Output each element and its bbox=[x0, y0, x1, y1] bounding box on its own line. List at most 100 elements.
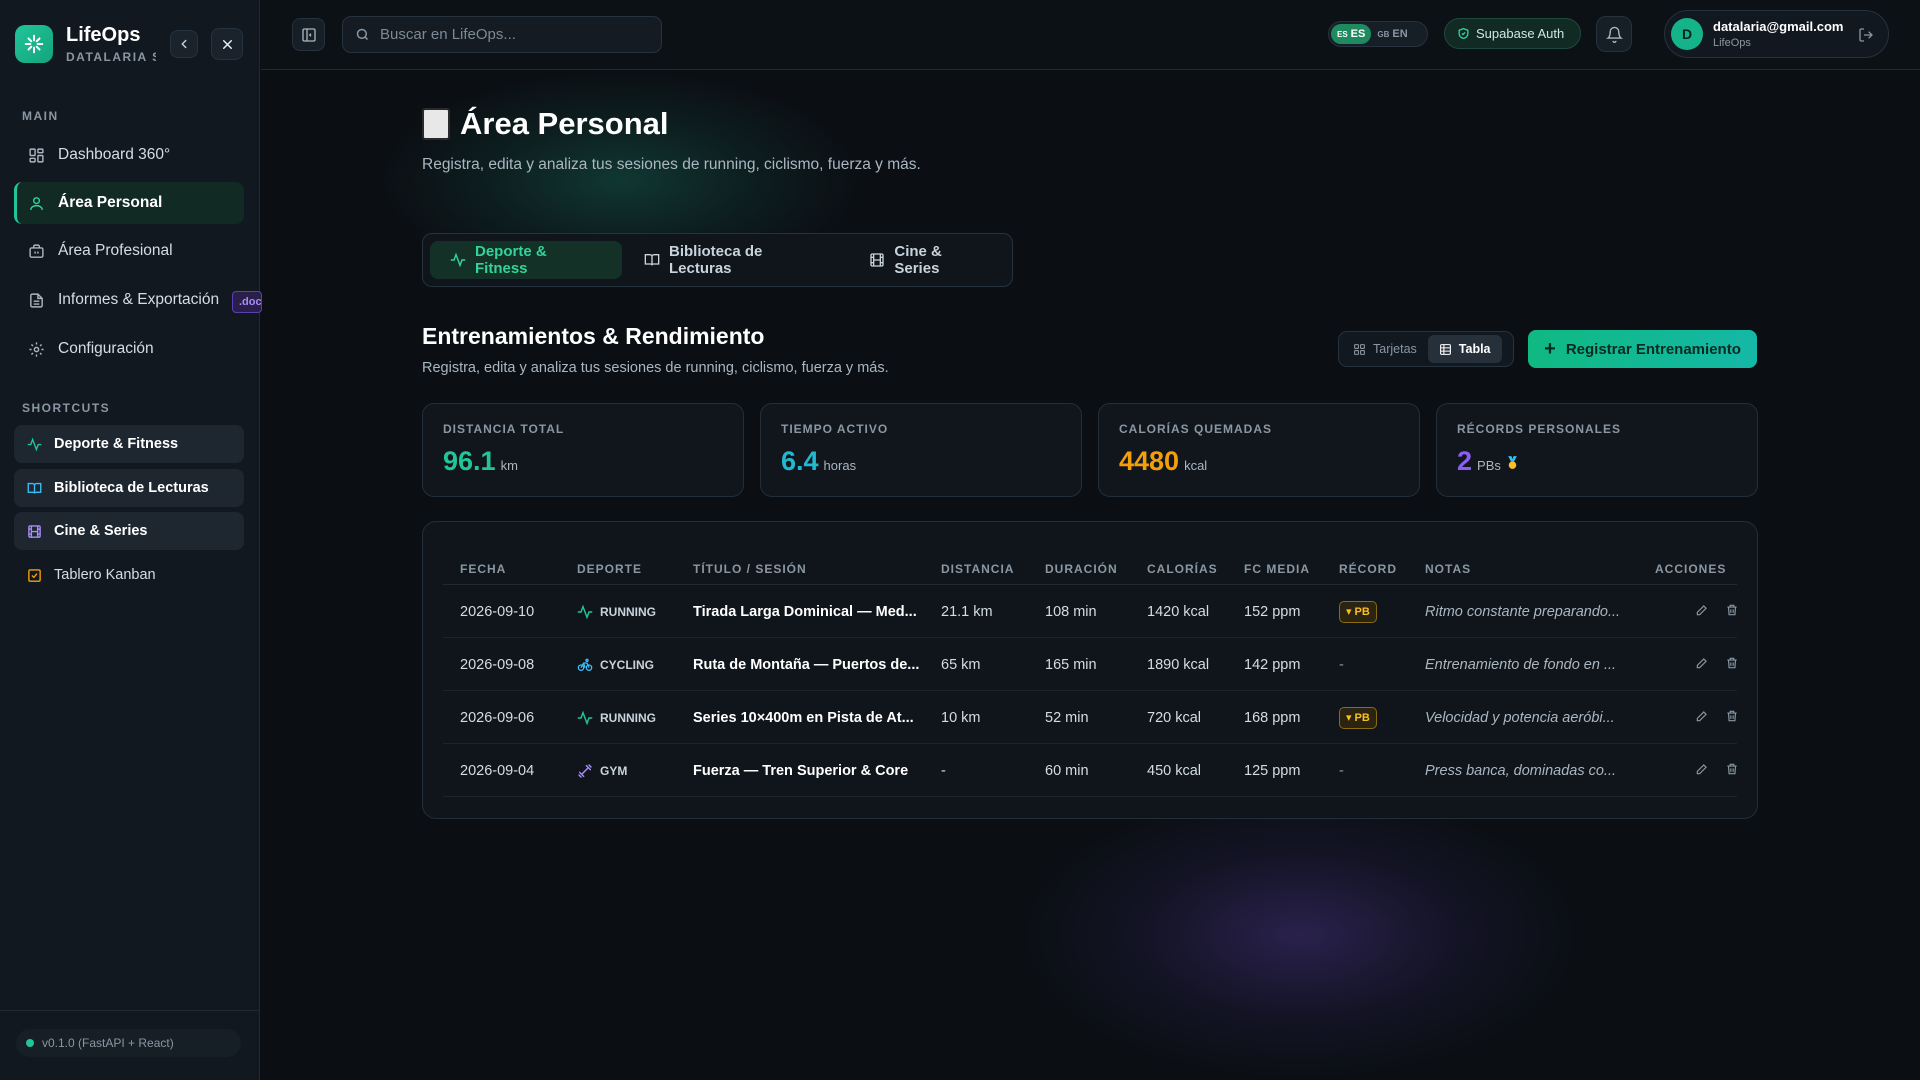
view-cards-button[interactable]: Tarjetas bbox=[1342, 335, 1428, 363]
main-section-label: MAIN bbox=[22, 109, 59, 123]
plus-icon: + bbox=[1544, 337, 1556, 360]
col-header-distancia: DISTANCIA bbox=[941, 562, 1015, 576]
logout-icon[interactable] bbox=[1858, 27, 1874, 48]
lang-en-label: EN bbox=[1392, 28, 1408, 40]
gear-icon bbox=[26, 339, 46, 359]
shortcut-kanban[interactable]: Tablero Kanban bbox=[14, 556, 244, 594]
edit-icon[interactable] bbox=[1695, 762, 1709, 780]
briefcase-icon bbox=[26, 241, 46, 261]
edit-icon[interactable] bbox=[1695, 603, 1709, 621]
collapse-sidebar-button[interactable] bbox=[170, 30, 198, 58]
cell-record: ▾ PB bbox=[1339, 585, 1377, 638]
notifications-button[interactable] bbox=[1596, 16, 1632, 52]
user-app: LifeOps bbox=[1713, 37, 1751, 49]
sport-label: GYM bbox=[600, 763, 628, 778]
cell-calories: 1890 kcal bbox=[1147, 656, 1210, 673]
user-menu[interactable]: D datalaria@gmail.com LifeOps bbox=[1664, 10, 1889, 58]
bell-icon bbox=[1605, 26, 1623, 43]
sidebar-toggle-icon bbox=[301, 27, 316, 42]
col-header-fc-media: FC MEDIA bbox=[1244, 562, 1310, 576]
cell-record: - bbox=[1339, 762, 1344, 779]
tab-cine-series[interactable]: Cine & Series bbox=[849, 241, 1010, 279]
toggle-sidebar-button[interactable] bbox=[292, 18, 325, 51]
view-table-label: Tabla bbox=[1458, 342, 1491, 356]
sidebar-item-area-profesional[interactable]: Área Profesional bbox=[14, 230, 244, 272]
medal-icon: ▾ bbox=[1346, 606, 1352, 618]
cell-distance: 65 km bbox=[941, 656, 981, 673]
trash-icon[interactable] bbox=[1725, 709, 1739, 727]
edit-icon[interactable] bbox=[1695, 709, 1709, 727]
add-training-button[interactable]: + Registrar Entrenamiento bbox=[1528, 330, 1757, 368]
flag-gb: GB bbox=[1377, 29, 1390, 39]
cell-notes: Press banca, dominadas co... bbox=[1425, 762, 1617, 779]
close-sidebar-button[interactable] bbox=[211, 28, 243, 60]
dashboard-icon bbox=[26, 145, 46, 165]
background-glow-purple bbox=[1020, 790, 1580, 1080]
trainings-table: FECHA DEPORTE TÍTULO / SESIÓN DISTANCIA … bbox=[422, 521, 1758, 819]
cell-duration: 60 min bbox=[1045, 762, 1089, 779]
search-input[interactable] bbox=[380, 26, 640, 43]
stat-unit: kcal bbox=[1184, 458, 1208, 473]
trash-icon[interactable] bbox=[1725, 762, 1739, 780]
bicycle-icon bbox=[577, 657, 593, 673]
medal-icon: ▾ bbox=[1346, 712, 1352, 724]
sidebar-item-label: Dashboard 360° bbox=[58, 146, 171, 163]
sport-label: CYCLING bbox=[600, 657, 654, 672]
col-header-duracion: DURACIÓN bbox=[1045, 562, 1118, 576]
cell-hr: 142 ppm bbox=[1244, 656, 1301, 673]
stat-value: 96.1 bbox=[443, 446, 496, 476]
stat-value: 4480 bbox=[1119, 446, 1180, 476]
stat-card-calories: CALORÍAS QUEMADAS 4480 kcal bbox=[1098, 403, 1420, 497]
user-icon bbox=[26, 193, 46, 213]
table-row[interactable]: 2026-09-06 RUNNING Series 10×400m en Pis… bbox=[443, 691, 1737, 744]
shortcut-cine-series[interactable]: Cine & Series bbox=[14, 512, 244, 550]
page-title-text: Área Personal bbox=[460, 106, 669, 141]
trash-icon[interactable] bbox=[1725, 603, 1739, 621]
sidebar-item-informes[interactable]: Informes & Exportación bbox=[14, 279, 244, 321]
table-row[interactable]: 2026-09-08 CYCLING Ruta de Montaña — Pue… bbox=[443, 638, 1737, 691]
view-toggle: Tarjetas Tabla bbox=[1338, 331, 1514, 367]
view-table-button[interactable]: Tabla bbox=[1427, 335, 1502, 363]
page-subtitle: Registra, edita y analiza tus sesiones d… bbox=[422, 156, 921, 173]
sidebar-item-configuracion[interactable]: Configuración bbox=[14, 328, 244, 370]
col-header-deporte: DEPORTE bbox=[577, 562, 643, 576]
sport-label: RUNNING bbox=[600, 604, 656, 619]
cell-notes: Velocidad y potencia aeróbi... bbox=[1425, 709, 1615, 726]
lang-es-option[interactable]: ES ES bbox=[1331, 24, 1372, 44]
table-row[interactable]: 2026-09-04 GYM Fuerza — Tren Superior & … bbox=[443, 744, 1737, 797]
stat-value: 6.4 bbox=[781, 446, 819, 476]
flag-es: ES bbox=[1337, 29, 1348, 39]
col-header-record: RÉCORD bbox=[1339, 562, 1398, 576]
trash-icon[interactable] bbox=[1725, 656, 1739, 674]
lang-en-option[interactable]: GB EN bbox=[1371, 24, 1413, 44]
sidebar-item-dashboard[interactable]: Dashboard 360° bbox=[14, 134, 244, 176]
tab-label: Biblioteca de Lecturas bbox=[668, 243, 763, 277]
cell-record: ▾ PB bbox=[1339, 691, 1377, 744]
cell-notes: Ritmo constante preparando... bbox=[1425, 603, 1621, 620]
pb-badge: ▾ PB bbox=[1339, 706, 1377, 729]
shortcuts-section-label: SHORTCUTS bbox=[22, 401, 111, 415]
sidebar-item-label: Área Profesional bbox=[58, 242, 173, 259]
cell-sport: RUNNING bbox=[577, 585, 656, 638]
cell-duration: 52 min bbox=[1045, 709, 1089, 726]
grid-icon bbox=[1353, 343, 1366, 356]
tab-biblioteca[interactable]: Biblioteca de Lecturas bbox=[624, 241, 847, 279]
sidebar-item-area-personal[interactable]: Área Personal bbox=[14, 182, 244, 224]
cell-actions bbox=[1695, 585, 1739, 638]
stat-label: CALORÍAS QUEMADAS bbox=[1119, 422, 1273, 436]
shortcut-label: Cine & Series bbox=[54, 523, 148, 539]
shortcut-deporte-fitness[interactable]: Deporte & Fitness bbox=[14, 425, 244, 463]
shortcut-biblioteca[interactable]: Biblioteca de Lecturas bbox=[14, 469, 244, 507]
notebook-icon bbox=[422, 108, 450, 140]
cell-title: Fuerza — Tren Superior & Core bbox=[693, 762, 909, 779]
activity-icon bbox=[450, 252, 466, 268]
user-email: datalaria@gmail.com bbox=[1713, 19, 1844, 34]
table-row[interactable]: 2026-09-10 RUNNING Tirada Larga Dominica… bbox=[443, 585, 1737, 638]
shield-check-icon bbox=[1458, 27, 1469, 40]
cell-title: Tirada Larga Dominical — Med... bbox=[693, 603, 917, 620]
edit-icon[interactable] bbox=[1695, 656, 1709, 674]
book-icon bbox=[644, 252, 660, 268]
tab-deporte-fitness[interactable]: Deporte & Fitness bbox=[430, 241, 622, 279]
cell-hr: 168 ppm bbox=[1244, 709, 1301, 726]
topbar: ESES GBEN Supabase Auth D datalaria@gmai… bbox=[261, 0, 1920, 70]
